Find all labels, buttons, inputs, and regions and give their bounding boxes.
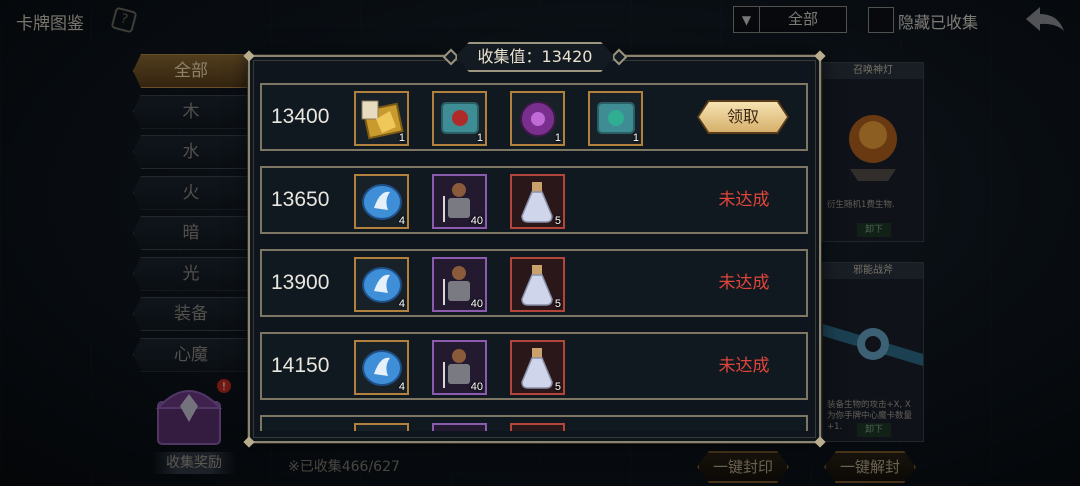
red-rune-scroll-icon[interactable]: 1 bbox=[432, 91, 487, 146]
milestone-value: 13400 bbox=[271, 105, 330, 128]
reward-quantity: 1 bbox=[476, 132, 483, 144]
milestone-row: 13900 4 40 5 未达成 bbox=[260, 249, 808, 317]
claim-button[interactable]: 领取 bbox=[699, 102, 787, 132]
reward-quantity: 5 bbox=[554, 298, 561, 310]
potion-flask-icon[interactable]: 5 bbox=[510, 340, 565, 395]
blue-crystal-icon[interactable]: 4 bbox=[354, 340, 409, 395]
reward-quantity: 1 bbox=[554, 132, 561, 144]
milestone-value: 13650 bbox=[271, 188, 330, 211]
warrior-card-icon[interactable]: 40 bbox=[432, 174, 487, 229]
teal-rune-scroll-icon[interactable]: 1 bbox=[588, 91, 643, 146]
collection-value-title: 收集值：13420 bbox=[455, 42, 615, 72]
not-achieved-label: 未达成 bbox=[718, 190, 770, 210]
reward-quantity: 4 bbox=[398, 298, 405, 310]
reward-quantity: 4 bbox=[398, 381, 405, 393]
purple-rune-orb-icon[interactable]: 1 bbox=[510, 91, 565, 146]
reward-quantity: 1 bbox=[632, 132, 639, 144]
reward-quantity: 5 bbox=[554, 215, 561, 227]
reward-quantity: 4 bbox=[398, 215, 405, 227]
blue-crystal-icon[interactable]: 4 bbox=[354, 174, 409, 229]
milestone-value: 13900 bbox=[271, 271, 330, 294]
milestone-value: 14150 bbox=[271, 354, 330, 377]
milestone-row: 14150 4 40 5 未达成 bbox=[260, 332, 808, 400]
reward-quantity: 40 bbox=[470, 298, 483, 310]
reward-quantity: 40 bbox=[470, 215, 483, 227]
potion-flask-icon[interactable]: 5 bbox=[510, 257, 565, 312]
milestone-row-partial bbox=[260, 415, 808, 431]
potion-flask-icon[interactable]: 5 bbox=[510, 174, 565, 229]
reward-quantity: 40 bbox=[470, 381, 483, 393]
warrior-card-icon[interactable] bbox=[432, 423, 487, 431]
reward-quantity: 1 bbox=[398, 132, 405, 144]
golden-card-pack-icon[interactable]: 1 bbox=[354, 91, 409, 146]
warrior-card-icon[interactable]: 40 bbox=[432, 340, 487, 395]
not-achieved-label: 未达成 bbox=[718, 273, 770, 293]
blue-crystal-icon[interactable] bbox=[354, 423, 409, 431]
warrior-card-icon[interactable]: 40 bbox=[432, 257, 487, 312]
collection-reward-modal: 收集值：13420 13400 1 1 1 1 领取 13650 4 40 5 … bbox=[243, 55, 826, 448]
not-achieved-label: 未达成 bbox=[718, 356, 770, 376]
reward-quantity: 5 bbox=[554, 381, 561, 393]
milestone-list[interactable]: 13400 1 1 1 1 领取 13650 4 40 5 未达成 13900 … bbox=[260, 83, 808, 431]
milestone-row: 13650 4 40 5 未达成 bbox=[260, 166, 808, 234]
milestone-row: 13400 1 1 1 1 领取 bbox=[260, 83, 808, 151]
blue-crystal-icon[interactable]: 4 bbox=[354, 257, 409, 312]
potion-flask-icon[interactable] bbox=[510, 423, 565, 431]
